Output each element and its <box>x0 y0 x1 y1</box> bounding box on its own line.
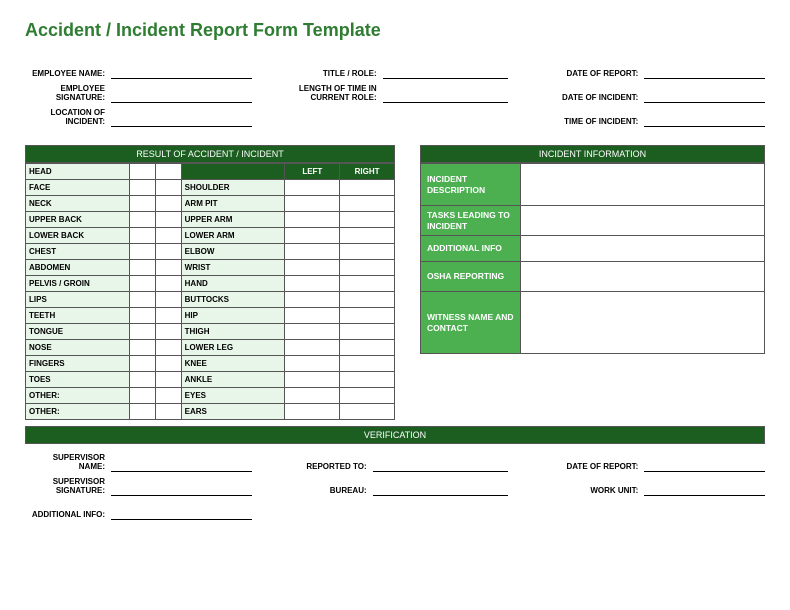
body-part-a: FINGERS <box>26 356 130 372</box>
label-sup-sig: SUPERVISOR SIGNATURE: <box>25 478 105 496</box>
input-date-report2[interactable] <box>644 458 765 472</box>
body-part-a: ABDOMEN <box>26 260 130 276</box>
form-title: Accident / Incident Report Form Template <box>25 20 765 41</box>
info-header: INCIDENT INFORMATION <box>420 145 765 163</box>
body-part-b: ANKLE <box>181 372 285 388</box>
info-label: OSHA REPORTING <box>421 262 521 292</box>
input-date-report[interactable] <box>644 65 765 79</box>
incident-info-table: INCIDENT DESCRIPTIONTASKS LEADING TO INC… <box>420 163 765 354</box>
input-sup-name[interactable] <box>111 458 252 472</box>
info-value[interactable] <box>521 292 765 354</box>
info-value[interactable] <box>521 236 765 262</box>
body-part-a: LIPS <box>26 292 130 308</box>
info-value[interactable] <box>521 262 765 292</box>
label-add-info: ADDITIONAL INFO: <box>25 511 105 520</box>
info-label: TASKS LEADING TO INCIDENT <box>421 206 521 236</box>
label-date-report: DATE OF REPORT: <box>538 70 638 79</box>
info-label: WITNESS NAME AND CONTACT <box>421 292 521 354</box>
body-part-b: HAND <box>181 276 285 292</box>
body-part-a: CHEST <box>26 244 130 260</box>
body-part-a: TOES <box>26 372 130 388</box>
label-emp-name: EMPLOYEE NAME: <box>25 70 105 79</box>
body-part-a: FACE <box>26 180 130 196</box>
label-emp-sig: EMPLOYEE SIGNATURE: <box>25 85 105 103</box>
label-time-incident: TIME OF INCIDENT: <box>538 118 638 127</box>
body-parts-table: HEADLEFTRIGHTFACESHOULDERNECKARM PITUPPE… <box>25 163 395 420</box>
body-part-b: HIP <box>181 308 285 324</box>
body-part-b: LOWER ARM <box>181 228 285 244</box>
input-bureau[interactable] <box>373 482 509 496</box>
body-part-a: OTHER: <box>26 388 130 404</box>
body-part-b: ARM PIT <box>181 196 285 212</box>
input-add-info[interactable] <box>111 506 252 520</box>
input-sup-sig[interactable] <box>111 482 252 496</box>
label-work-unit: WORK UNIT: <box>538 487 638 496</box>
label-date-report2: DATE OF REPORT: <box>538 463 638 472</box>
body-part-a: UPPER BACK <box>26 212 130 228</box>
body-part-b: EARS <box>181 404 285 420</box>
body-part-b: WRIST <box>181 260 285 276</box>
right-header: RIGHT <box>340 164 395 180</box>
header-fields: EMPLOYEE NAME: TITLE / ROLE: DATE OF REP… <box>25 59 765 127</box>
input-emp-name[interactable] <box>111 65 252 79</box>
verification-fields: SUPERVISOR NAME: REPORTED TO: DATE OF RE… <box>25 452 765 520</box>
body-part-a: NOSE <box>26 340 130 356</box>
label-bureau: BUREAU: <box>282 487 367 496</box>
input-work-unit[interactable] <box>644 482 765 496</box>
body-part-b: UPPER ARM <box>181 212 285 228</box>
input-date-incident[interactable] <box>644 89 765 103</box>
info-label: INCIDENT DESCRIPTION <box>421 164 521 206</box>
body-part-a: HEAD <box>26 164 130 180</box>
info-label: ADDITIONAL INFO <box>421 236 521 262</box>
body-part-b: BUTTOCKS <box>181 292 285 308</box>
label-reported: REPORTED TO: <box>282 463 367 472</box>
info-value[interactable] <box>521 164 765 206</box>
label-length: LENGTH OF TIME IN CURRENT ROLE: <box>282 85 377 103</box>
body-part-a: OTHER: <box>26 404 130 420</box>
body-part-a: PELVIS / GROIN <box>26 276 130 292</box>
input-reported[interactable] <box>373 458 509 472</box>
body-part-b: KNEE <box>181 356 285 372</box>
input-emp-sig[interactable] <box>111 89 252 103</box>
info-value[interactable] <box>521 206 765 236</box>
body-part-b: SHOULDER <box>181 180 285 196</box>
label-date-incident: DATE OF INCIDENT: <box>538 94 638 103</box>
input-time-incident[interactable] <box>644 113 765 127</box>
input-title-role[interactable] <box>383 65 509 79</box>
body-part-b: ELBOW <box>181 244 285 260</box>
body-part-a: TEETH <box>26 308 130 324</box>
verification-header: VERIFICATION <box>25 426 765 444</box>
body-part-a: TONGUE <box>26 324 130 340</box>
body-part-a: LOWER BACK <box>26 228 130 244</box>
left-header: LEFT <box>285 164 340 180</box>
body-part-a: NECK <box>26 196 130 212</box>
body-part-b: LOWER LEG <box>181 340 285 356</box>
label-loc: LOCATION OF INCIDENT: <box>25 109 105 127</box>
label-title-role: TITLE / ROLE: <box>282 70 377 79</box>
input-length[interactable] <box>383 89 509 103</box>
result-header: RESULT OF ACCIDENT / INCIDENT <box>25 145 395 163</box>
input-loc[interactable] <box>111 113 252 127</box>
label-sup-name: SUPERVISOR NAME: <box>25 454 105 472</box>
body-part-b: THIGH <box>181 324 285 340</box>
body-part-b: EYES <box>181 388 285 404</box>
